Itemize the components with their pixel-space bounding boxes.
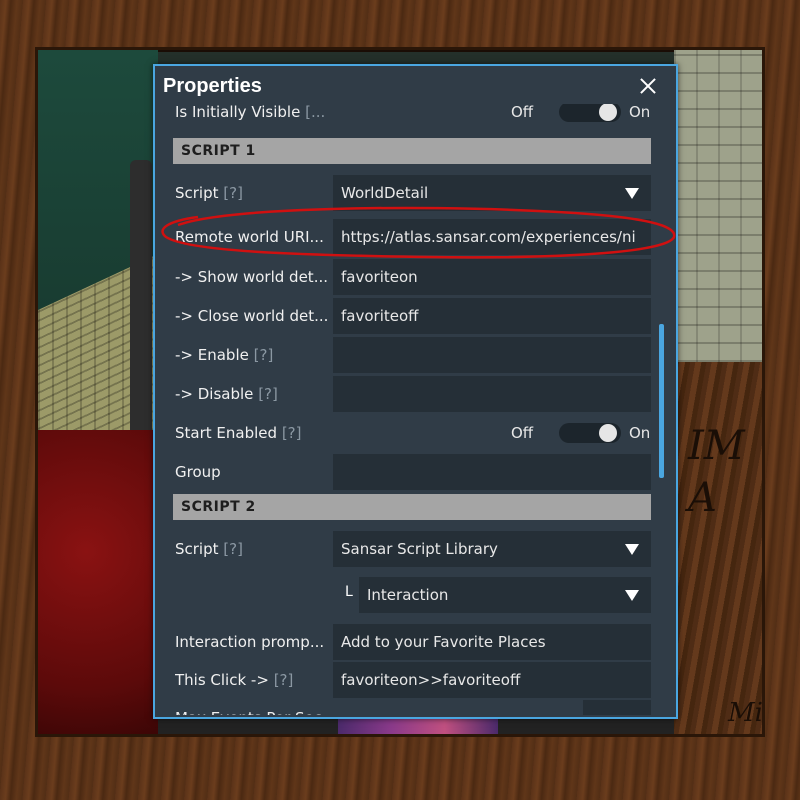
scene-stone-wall-right <box>674 50 762 380</box>
toggle-on-label: On <box>629 424 651 442</box>
row-show-world: -> Show world det... favoriteon <box>173 259 651 295</box>
initially-visible-toggle[interactable] <box>559 104 621 122</box>
help-icon[interactable]: [?] <box>282 424 302 442</box>
close-icon[interactable] <box>636 74 660 98</box>
sub-item-marker: L <box>345 584 353 600</box>
start-enabled-toggle[interactable] <box>559 423 621 443</box>
scene-wood-plaque <box>674 362 762 734</box>
help-icon[interactable]: [?] <box>223 184 243 202</box>
row-script-2: Script [?] Sansar Script Library <box>173 531 651 567</box>
row-remote-uri: Remote world URI... https://atlas.sansar… <box>173 219 651 255</box>
label-group: Group <box>175 463 221 481</box>
label-interaction-prompt: Interaction promp... <box>175 633 325 651</box>
row-this-click: This Click -> [?] favoriteon>>favoriteof… <box>173 662 651 698</box>
dropdown-arrow-icon <box>625 188 639 199</box>
group-input[interactable] <box>333 454 651 490</box>
this-click-input[interactable]: favoriteon>>favoriteoff <box>333 662 651 698</box>
disable-input[interactable] <box>333 376 651 412</box>
plaque-text: IM A <box>688 423 745 521</box>
label-close-world: -> Close world det... <box>175 307 329 325</box>
start-enabled-toggle-group: Off On <box>501 415 651 451</box>
interaction-dropdown[interactable]: Interaction <box>359 577 651 613</box>
help-icon[interactable]: [... <box>305 104 325 121</box>
max-events-input[interactable] <box>583 700 651 715</box>
label-remote-uri: Remote world URI... <box>175 228 324 246</box>
label-this-click: This Click -> [?] <box>175 671 294 689</box>
scrollbar[interactable] <box>659 324 664 478</box>
enable-input[interactable] <box>333 337 651 373</box>
dropdown-arrow-icon <box>625 590 639 601</box>
row-close-world: -> Close world det... favoriteoff <box>173 298 651 334</box>
label-disable: -> Disable [?] <box>175 385 278 403</box>
help-icon[interactable]: [?] <box>258 385 278 403</box>
properties-panel: Properties Is Initially Visible [... Off… <box>153 64 678 719</box>
plaque-text-bottom: Mix <box>728 698 762 728</box>
panel-title: Properties <box>163 75 262 97</box>
close-world-input[interactable]: favoriteoff <box>333 298 651 334</box>
toggle-knob <box>599 104 617 121</box>
row-interaction-sub: L Interaction <box>173 577 651 613</box>
remote-uri-input[interactable]: https://atlas.sansar.com/experiences/ni <box>333 219 651 255</box>
label-enable: -> Enable [?] <box>175 346 274 364</box>
toggle-on-label: On <box>629 104 651 121</box>
row-interaction-prompt: Interaction promp... Add to your Favorit… <box>173 624 651 660</box>
label-show-world: -> Show world det... <box>175 268 328 286</box>
row-disable: -> Disable [?] <box>173 376 651 412</box>
row-initially-visible: Is Initially Visible [... Off On <box>173 104 651 130</box>
row-max-events: Max Events Per Sec... <box>173 700 651 715</box>
scene-pole <box>130 160 152 460</box>
toggle-knob <box>599 424 617 442</box>
label-initially-visible: Is Initially Visible [... <box>175 104 326 121</box>
label-start-enabled: Start Enabled [?] <box>175 424 302 442</box>
toggle-off-label: Off <box>511 104 534 121</box>
label-script: Script [?] <box>175 184 243 202</box>
toggle-off-label: Off <box>511 424 534 442</box>
help-icon[interactable]: [?] <box>223 540 243 558</box>
show-world-input[interactable]: favoriteon <box>333 259 651 295</box>
initially-visible-toggle-group: Off On <box>501 104 651 130</box>
label-script: Script [?] <box>175 540 243 558</box>
script-1-dropdown[interactable]: WorldDetail <box>333 175 651 211</box>
script-2-dropdown[interactable]: Sansar Script Library <box>333 531 651 567</box>
row-group: Group <box>173 454 651 490</box>
row-enable: -> Enable [?] <box>173 337 651 373</box>
section-header-script-2: SCRIPT 2 <box>173 494 651 520</box>
scene-red-carpet <box>38 430 158 734</box>
section-header-script-1: SCRIPT 1 <box>173 138 651 164</box>
help-icon[interactable]: [?] <box>274 671 294 689</box>
interaction-prompt-input[interactable]: Add to your Favorite Places <box>333 624 651 660</box>
row-script-1: Script [?] WorldDetail <box>173 175 651 211</box>
help-icon[interactable]: [?] <box>254 346 274 364</box>
properties-content[interactable]: Is Initially Visible [... Off On SCRIPT … <box>155 104 676 715</box>
label-max-events: Max Events Per Sec... <box>175 700 333 715</box>
dropdown-arrow-icon <box>625 544 639 555</box>
row-start-enabled: Start Enabled [?] Off On <box>173 415 651 451</box>
